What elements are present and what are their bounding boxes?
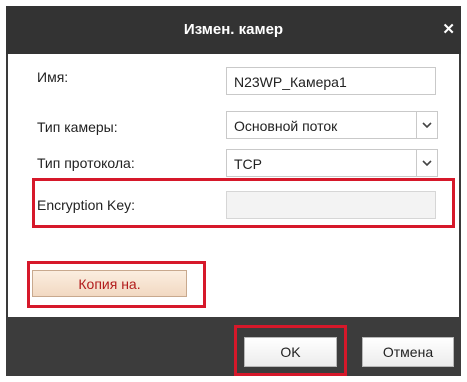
- name-field-value: N23WP_Камера1: [234, 74, 347, 90]
- camera-type-label: Тип камеры:: [37, 119, 118, 135]
- protocol-type-select[interactable]: TCP: [226, 149, 438, 177]
- chevron-down-icon[interactable]: [416, 150, 437, 176]
- camera-type-select[interactable]: Основной поток: [226, 111, 438, 139]
- protocol-type-select-value: TCP: [234, 156, 262, 172]
- close-icon[interactable]: ✕: [442, 20, 455, 38]
- name-label: Имя:: [37, 69, 69, 85]
- encryption-key-highlight: [32, 178, 455, 228]
- dialog-title: Измен. камер: [183, 21, 284, 38]
- camera-type-select-value: Основной поток: [234, 118, 338, 134]
- name-field[interactable]: N23WP_Камера1: [226, 67, 436, 95]
- ok-button[interactable]: OK: [244, 337, 337, 367]
- cancel-button[interactable]: Отмена: [362, 337, 454, 367]
- dialog-titlebar: Измен. камер ✕: [6, 6, 461, 54]
- copy-to-button[interactable]: Копия на.: [32, 270, 187, 297]
- chevron-down-icon[interactable]: [416, 112, 437, 138]
- protocol-type-label: Тип протокола:: [37, 155, 135, 171]
